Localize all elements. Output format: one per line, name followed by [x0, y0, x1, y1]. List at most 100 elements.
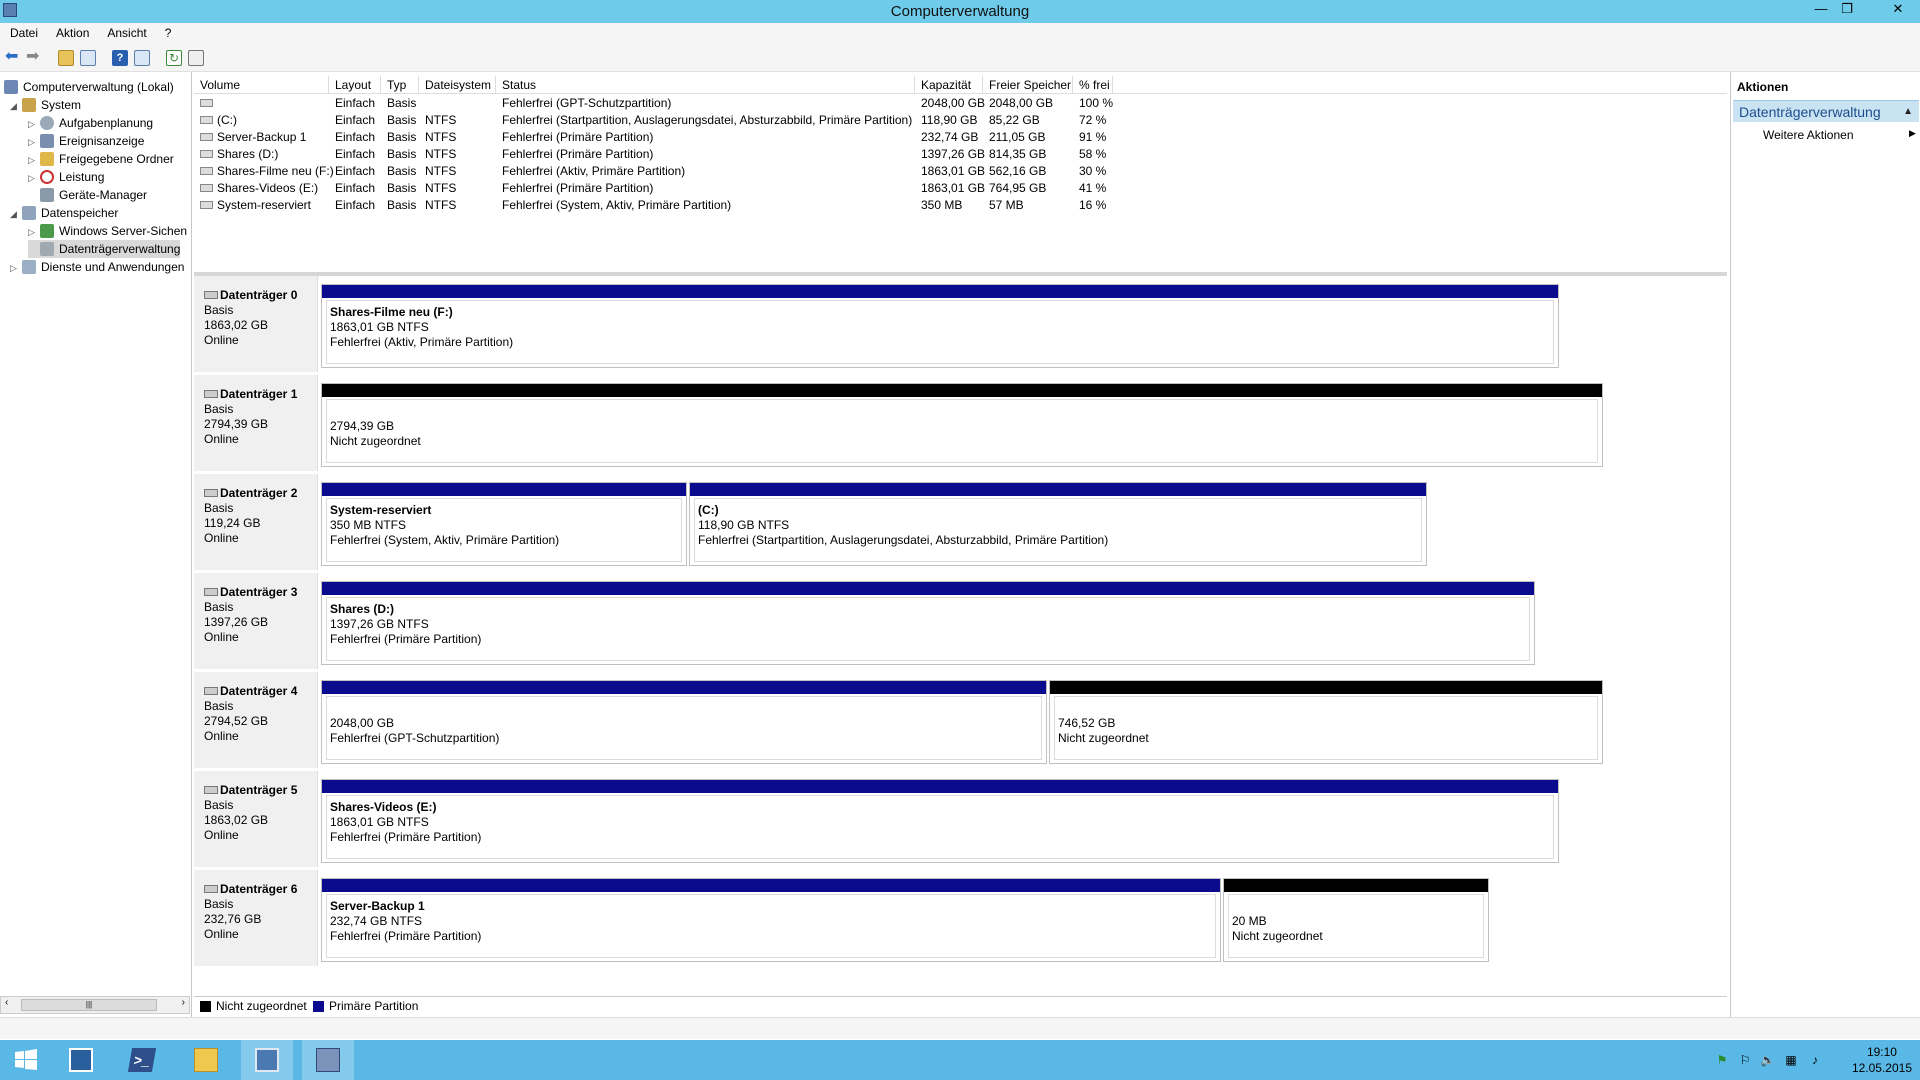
start-button[interactable]	[0, 1040, 52, 1080]
window-title: Computerverwaltung	[890, 3, 1030, 20]
collapse-up-icon[interactable]: ▲	[1903, 101, 1913, 123]
volume-row[interactable]: Shares (D:) Einfach Basis NTFS Fehlerfrei (P…	[194, 146, 1114, 163]
flag-icon[interactable]: ⚐	[1738, 1053, 1752, 1067]
volume-row[interactable]: Server-Backup 1 Einfach Basis NTFS Fehlerfre…	[194, 129, 1114, 146]
restore-button[interactable]: ❐	[1834, 0, 1860, 18]
unallocated-space[interactable]: 20 MB Nicht zugeordnet	[1223, 878, 1489, 962]
volume-row[interactable]: (C:) Einfach Basis NTFS Fehlerfrei (Startpar…	[194, 112, 1114, 129]
refresh-icon[interactable]: ↻	[166, 50, 182, 66]
col-layout[interactable]: Layout	[329, 76, 381, 94]
unallocated-space[interactable]: 2794,39 GB Nicht zugeordnet	[321, 383, 1603, 467]
clock[interactable]: 19:10 12.05.2015	[1852, 1044, 1912, 1076]
primary-partition[interactable]: Shares (D:) 1397,26 GB NTFS Fehlerfrei (Pr…	[321, 581, 1535, 665]
partition-size: 350 MB NTFS	[330, 518, 407, 532]
disk-header[interactable]: Datenträger 5 Basis 1863,02 GB Online	[194, 771, 318, 867]
legend-unallocated-swatch	[200, 1001, 211, 1012]
collapse-arrow-icon[interactable]: ▷	[10, 259, 22, 277]
primary-partition[interactable]: Shares-Videos (E:) 1863,01 GB NTFS Fehlerf…	[321, 779, 1559, 863]
primary-partition[interactable]: Server-Backup 1 232,74 GB NTFS Fehlerfrei …	[321, 878, 1221, 962]
volume-icon[interactable]: 🔈	[1760, 1053, 1775, 1067]
expand-arrow-icon[interactable]: ◢	[10, 205, 22, 223]
scroll-right-icon[interactable]: ›	[182, 997, 185, 1008]
primary-partition[interactable]: System-reserviert 350 MB NTFS Fehlerfrei (…	[321, 482, 687, 566]
volume-cell: Shares-Videos (E:)	[200, 180, 318, 197]
properties-icon[interactable]	[134, 50, 150, 66]
collapse-arrow-icon[interactable]: ▷	[28, 151, 40, 169]
speaker-icon[interactable]: ♪	[1808, 1053, 1822, 1067]
volume-cell: Fehlerfrei (Primäre Partition)	[502, 147, 654, 161]
tree-item-datentraegerverwaltung[interactable]: Datenträgerverwaltung	[28, 240, 181, 258]
weitere-aktionen-item[interactable]: Weitere Aktionen ▶	[1763, 128, 1916, 142]
col-dateisystem[interactable]: Dateisystem	[419, 76, 496, 94]
taskbar-server-manager[interactable]	[55, 1040, 107, 1080]
export-list-icon[interactable]	[188, 50, 204, 66]
disk-header[interactable]: Datenträger 1 Basis 2794,39 GB Online	[194, 375, 318, 471]
scroll-thumb[interactable]: |||	[21, 999, 157, 1011]
up-folder-icon[interactable]	[58, 50, 74, 66]
col-volume[interactable]: Volume	[194, 76, 329, 94]
disk-icon	[204, 390, 218, 398]
partition-color-bar	[690, 483, 1426, 496]
taskbar-computerverwaltung[interactable]	[302, 1040, 354, 1080]
disk-header[interactable]: Datenträger 4 Basis 2794,52 GB Online	[194, 672, 318, 768]
tree-item-freigegebene-ordner[interactable]: ▷ Freigegebene Ordner	[28, 150, 174, 168]
actions-section-datentraegerverwaltung[interactable]: Datenträgerverwaltung ▲	[1733, 100, 1919, 122]
menu-help[interactable]: ?	[155, 23, 180, 40]
expand-arrow-icon[interactable]: ◢	[10, 97, 22, 115]
taskbar-remote-desktop[interactable]	[241, 1040, 293, 1080]
tree-horizontal-scrollbar[interactable]: ‹ ||| ›	[0, 996, 190, 1014]
tree-item-system[interactable]: ◢ System	[10, 96, 81, 114]
disk-header[interactable]: Datenträger 6 Basis 232,76 GB Online	[194, 870, 318, 966]
tree-item-ereignisanzeige[interactable]: ▷ Ereignisanzeige	[28, 132, 144, 150]
tree-item-windows-server-sicherung[interactable]: ▷ Windows Server-Sichen	[28, 222, 187, 240]
disk-icon	[204, 786, 218, 794]
disk-type: Basis	[204, 501, 234, 515]
tree-item-aufgabenplanung[interactable]: ▷ Aufgabenplanung	[28, 114, 153, 132]
menu-datei[interactable]: Datei	[0, 23, 46, 40]
menu-aktion[interactable]: Aktion	[46, 23, 97, 40]
help-icon[interactable]: ?	[112, 50, 128, 66]
tree-item-dienste-und-anwendungen[interactable]: ▷ Dienste und Anwendungen	[10, 258, 184, 276]
tree-item-computerverwaltung[interactable]: Computerverwaltung (Lokal)	[4, 78, 174, 96]
taskbar-powershell[interactable]: >_	[116, 1040, 168, 1080]
col-freier-speicher[interactable]: Freier Speicher	[983, 76, 1073, 94]
unallocated-space[interactable]: 746,52 GB Nicht zugeordnet	[1049, 680, 1603, 764]
collapse-arrow-icon[interactable]: ▷	[28, 133, 40, 151]
scroll-left-icon[interactable]: ‹	[5, 997, 8, 1008]
volume-row[interactable]: Shares-Filme neu (F:) Einfach Basis NTFS Feh…	[194, 163, 1114, 180]
volume-cell: Basis	[387, 96, 417, 110]
close-button[interactable]: ✕	[1876, 0, 1920, 18]
disk-header[interactable]: Datenträger 3 Basis 1397,26 GB Online	[194, 573, 318, 669]
volume-row[interactable]: Shares-Videos (E:) Einfach Basis NTFS Fehler…	[194, 180, 1114, 197]
back-arrow-icon[interactable]: ⬅	[5, 49, 21, 66]
volume-drive-icon	[200, 184, 213, 192]
forward-arrow-icon[interactable]: ➡	[26, 49, 42, 66]
col-typ[interactable]: Typ	[381, 76, 419, 94]
taskbar-explorer[interactable]	[180, 1040, 232, 1080]
volume-row[interactable]: Einfach Basis Fehlerfrei (GPT-Schutzpartit…	[194, 95, 1114, 112]
collapse-arrow-icon[interactable]: ▷	[28, 115, 40, 133]
clock-time: 19:10	[1866, 1045, 1897, 1059]
disk-header[interactable]: Datenträger 0 Basis 1863,02 GB Online	[194, 276, 318, 372]
tree-item-datenspeicher[interactable]: ◢ Datenspeicher	[10, 204, 118, 222]
col-prozent-frei[interactable]: % frei	[1073, 76, 1113, 94]
col-kapazitaet[interactable]: Kapazität	[915, 76, 983, 94]
tree-item-geraete-manager[interactable]: Geräte-Manager	[28, 186, 147, 204]
show-hide-tree-icon[interactable]	[80, 50, 96, 66]
collapse-arrow-icon[interactable]: ▷	[28, 169, 40, 187]
collapse-arrow-icon[interactable]: ▷	[28, 223, 40, 241]
disk-state: Online	[204, 828, 239, 842]
action-center-icon[interactable]: ⚑	[1715, 1053, 1729, 1067]
partition-color-bar	[322, 384, 1602, 397]
primary-partition[interactable]: 2048,00 GB Fehlerfrei (GPT-Schutzpartitio…	[321, 680, 1047, 764]
volume-row[interactable]: System-reserviert Einfach Basis NTFS Fehlerf…	[194, 197, 1114, 214]
tree-item-leistung[interactable]: ▷ Leistung	[28, 168, 104, 186]
volume-cell: Einfach	[335, 130, 376, 144]
col-status[interactable]: Status	[496, 76, 915, 94]
minimize-button[interactable]: —	[1808, 0, 1834, 18]
primary-partition[interactable]: Shares-Filme neu (F:) 1863,01 GB NTFS Fehl…	[321, 284, 1559, 368]
network-icon[interactable]: ▦	[1784, 1053, 1798, 1067]
menu-ansicht[interactable]: Ansicht	[97, 23, 154, 40]
disk-header[interactable]: Datenträger 2 Basis 119,24 GB Online	[194, 474, 318, 570]
primary-partition[interactable]: (C:) 118,90 GB NTFS Fehlerfrei (Startparti…	[689, 482, 1427, 566]
